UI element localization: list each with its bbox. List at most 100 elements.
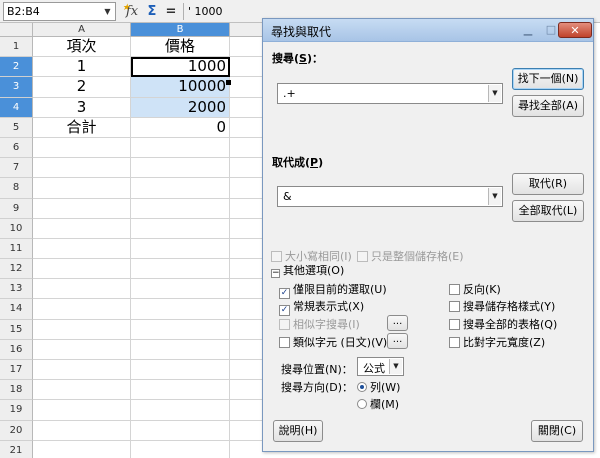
function-wizard-icon[interactable]: ★ fx (122, 3, 141, 20)
sounds-like-checkbox[interactable]: 類似字元 (日文)(V) (279, 334, 387, 349)
cell-b3[interactable]: 10000 (131, 77, 230, 98)
cell[interactable] (131, 319, 230, 340)
cell[interactable] (33, 279, 131, 300)
cell[interactable] (230, 400, 264, 421)
name-box[interactable]: B2:B4 ▼ (3, 2, 116, 21)
dialog-title-bar[interactable]: 尋找與取代 ▁ □ ✕ (263, 19, 593, 42)
cell[interactable] (230, 441, 264, 458)
cell-c3[interactable] (230, 77, 264, 98)
cell[interactable] (230, 320, 264, 340)
cell[interactable] (131, 238, 230, 260)
cell[interactable] (33, 299, 131, 320)
cell-c5[interactable] (230, 118, 264, 138)
cell[interactable] (33, 137, 131, 159)
close-button[interactable]: 關閉(C) (531, 420, 583, 442)
current-selection-checkbox[interactable]: ✓ 僅限目前的選取(U) (279, 281, 387, 299)
cell[interactable] (131, 440, 230, 458)
cell[interactable] (230, 199, 264, 219)
cell-a3[interactable]: 2 (33, 77, 131, 98)
cell[interactable] (131, 299, 230, 320)
cell-a1[interactable]: 項次 (33, 37, 131, 58)
select-all-corner[interactable] (0, 23, 33, 37)
chevron-down-icon[interactable]: ▼ (102, 5, 113, 18)
chevron-down-icon[interactable]: ▼ (488, 85, 501, 102)
cell[interactable] (131, 380, 230, 401)
help-button[interactable]: 說明(H) (273, 420, 323, 442)
cell[interactable] (230, 421, 264, 441)
cell-c4[interactable] (230, 98, 264, 118)
cell-a4[interactable]: 3 (33, 97, 131, 118)
cell[interactable] (230, 158, 264, 179)
find-all-button[interactable]: 尋找全部(A) (512, 95, 584, 117)
cell-c2[interactable] (230, 57, 264, 78)
cell-b1[interactable]: 價格 (131, 37, 230, 58)
close-icon[interactable]: ✕ (558, 22, 592, 38)
cell[interactable] (230, 259, 264, 280)
cell[interactable] (33, 380, 131, 401)
column-header-b[interactable]: B (131, 23, 230, 37)
cell[interactable] (131, 339, 230, 360)
cell[interactable] (33, 238, 131, 260)
cell-b2[interactable]: 1000 (131, 57, 230, 78)
row-header[interactable]: 16 (0, 339, 33, 360)
cell-a2[interactable]: 1 (33, 57, 131, 78)
cell[interactable] (33, 198, 131, 219)
column-header-a[interactable]: A (33, 23, 131, 37)
cell[interactable] (131, 158, 230, 179)
row-header[interactable]: 18 (0, 380, 33, 401)
columns-radio[interactable]: 欄(M) (357, 396, 399, 411)
row-header[interactable]: 2 (0, 57, 33, 78)
row-header[interactable]: 10 (0, 218, 33, 239)
cell[interactable] (230, 299, 264, 320)
row-header[interactable]: 12 (0, 259, 33, 280)
chevron-down-icon[interactable]: ▼ (488, 188, 501, 205)
row-header[interactable]: 19 (0, 400, 33, 421)
column-header-c[interactable] (230, 23, 264, 37)
cell[interactable] (230, 239, 264, 260)
cell[interactable] (230, 340, 264, 360)
cell-c1[interactable] (230, 37, 264, 58)
cell[interactable] (131, 137, 230, 159)
sum-icon[interactable]: Σ (145, 3, 159, 20)
cell[interactable] (33, 178, 131, 199)
replace-button[interactable]: 取代(R) (512, 173, 584, 195)
cell[interactable] (33, 158, 131, 179)
search-input[interactable]: .+ ▼ (277, 83, 503, 104)
entire-cells-checkbox[interactable]: 只是整個儲存格(E) (357, 248, 464, 263)
row-header[interactable]: 13 (0, 279, 33, 300)
cell[interactable] (131, 218, 230, 239)
cell[interactable] (131, 259, 230, 280)
cell[interactable] (33, 360, 131, 381)
formula-input[interactable]: ' 1000 (188, 3, 268, 20)
replace-all-button[interactable]: 全部取代(L) (512, 200, 584, 222)
match-case-checkbox[interactable]: 大小寫相同(I) (271, 248, 352, 263)
cell[interactable] (230, 279, 264, 300)
cell[interactable] (230, 138, 264, 159)
collapse-icon[interactable]: − (271, 269, 280, 278)
find-next-button[interactable]: 找下一個(N) (512, 68, 584, 90)
all-sheets-checkbox[interactable]: 搜尋全部的表格(Q) (449, 316, 557, 331)
row-header[interactable]: 1 (0, 37, 33, 58)
cell[interactable] (131, 198, 230, 219)
row-header[interactable]: 11 (0, 238, 33, 260)
cell[interactable] (33, 420, 131, 441)
cell[interactable] (33, 400, 131, 421)
search-styles-checkbox[interactable]: 搜尋儲存格樣式(Y) (449, 298, 555, 313)
cell[interactable] (230, 219, 264, 239)
cell[interactable] (131, 420, 230, 441)
row-header[interactable]: 3 (0, 77, 33, 98)
other-options-toggle[interactable]: − 其他選項(O) (271, 262, 344, 278)
cell[interactable] (230, 380, 264, 401)
cell[interactable] (33, 319, 131, 340)
cell[interactable] (33, 259, 131, 280)
similarity-checkbox[interactable]: 相似字搜尋(I) (279, 316, 360, 331)
row-header[interactable]: 6 (0, 137, 33, 159)
minimize-icon[interactable]: ▁ (517, 22, 539, 38)
replace-input[interactable]: & ▼ (277, 186, 503, 207)
sounds-like-options-button[interactable]: ... (387, 333, 408, 349)
cell[interactable] (131, 360, 230, 381)
cell[interactable] (230, 178, 264, 199)
cell[interactable] (33, 440, 131, 458)
row-header[interactable]: 17 (0, 360, 33, 381)
cell-b5[interactable]: 0 (131, 117, 230, 138)
